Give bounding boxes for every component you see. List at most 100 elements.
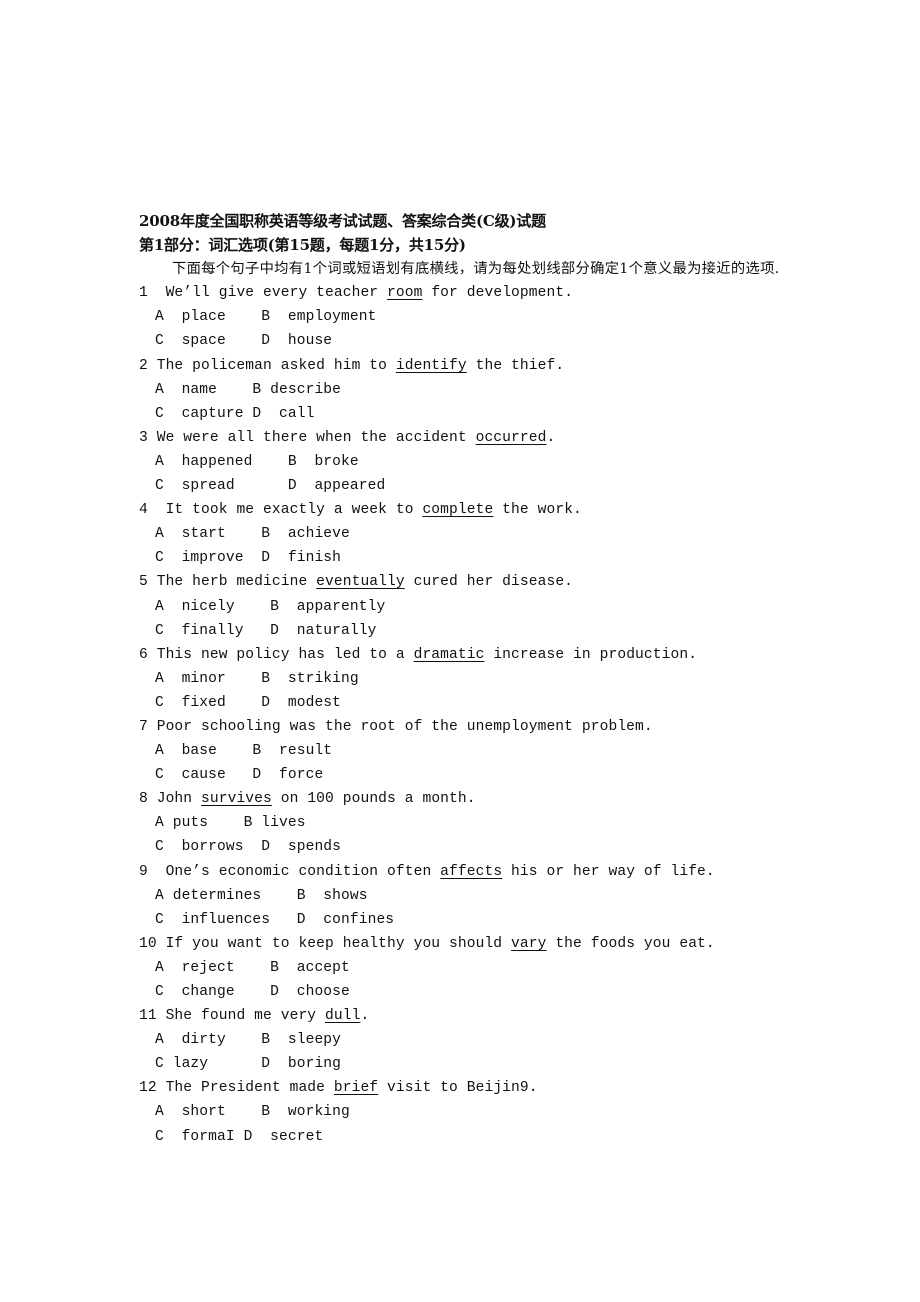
question-stem: 9 One’s economic condition often affects… <box>139 860 799 884</box>
question-text-before: The President made <box>156 1080 334 1097</box>
options-ab: A base B result <box>155 743 333 760</box>
question-number: 8 <box>139 791 148 808</box>
question-number: 4 <box>139 502 157 519</box>
question-text-before: One’s economic condition often <box>156 863 441 880</box>
question-item: 9 One’s economic condition often affects… <box>139 860 799 932</box>
question-item: 7 Poor schooling was the root of the une… <box>139 715 799 787</box>
question-text-after: the thief. <box>466 357 565 374</box>
underlined-word: eventually <box>316 574 405 591</box>
question-stem: 2 The policeman asked him to identify th… <box>139 354 799 378</box>
question-item: 6 This new policy has led to a dramatic … <box>139 643 799 715</box>
options-ab: A place B employment <box>155 309 377 326</box>
options-cd: C formaI D secret <box>155 1128 324 1145</box>
question-stem: 12 The President made brief visit to Bei… <box>139 1076 799 1100</box>
question-number: 5 <box>139 574 148 591</box>
options-row-ab: A reject B accept <box>139 956 799 980</box>
question-stem: 10 If you want to keep healthy you shoul… <box>139 932 799 956</box>
question-number: 12 <box>139 1080 157 1097</box>
question-text-after: increase in production. <box>484 646 698 663</box>
question-item: 5 The herb medicine eventually cured her… <box>139 570 799 642</box>
options-cd: C improve D finish <box>155 550 342 567</box>
options-ab: A name B describe <box>155 381 342 398</box>
options-ab: A nicely B apparently <box>155 598 386 615</box>
options-ab: A puts B lives <box>155 815 306 832</box>
underlined-word: brief <box>333 1080 379 1097</box>
options-ab: A start B achieve <box>155 526 350 543</box>
question-text-before: The herb medicine <box>147 574 317 591</box>
options-cd: C influences D confines <box>155 911 395 928</box>
section-instructions: 下面每个句子中均有1个词或短语划有底横线，请为每处划线部分确定1个意义最为接近的… <box>172 261 780 278</box>
question-text-before: It took me exactly a week to <box>156 502 423 519</box>
options-row-cd: C finally D naturally <box>139 619 799 643</box>
options-row-ab: A nicely B apparently <box>139 595 799 619</box>
options-row-cd: C spread D appeared <box>139 474 799 498</box>
options-cd: C change D choose <box>155 984 350 1000</box>
question-text-after: his or her way of life. <box>502 863 715 880</box>
question-text-before: She found me very <box>156 1008 326 1025</box>
options-cd: C cause D force <box>155 767 324 784</box>
question-item: 3 We were all there when the accident oc… <box>139 426 799 498</box>
options-row-ab: A dirty B sleepy <box>139 1028 799 1052</box>
question-text-before: This new policy has led to a <box>147 646 414 663</box>
document-page: 2008年度全国职称英语等级考试试题、答案综合类(C级)试题 第1部分：词汇选项… <box>139 209 799 1149</box>
question-number: 11 <box>139 1008 157 1025</box>
question-number: 1 <box>139 285 157 302</box>
question-item: 10 If you want to keep healthy you shoul… <box>139 932 799 1004</box>
question-stem: 11 She found me very dull. <box>139 1004 799 1028</box>
question-stem: 3 We were all there when the accident oc… <box>139 426 799 450</box>
options-cd: C spread D appeared <box>155 478 386 495</box>
options-row-cd: C borrows D spends <box>139 835 799 859</box>
options-row-cd: C capture D call <box>139 402 799 426</box>
options-cd: C capture D call <box>155 405 315 422</box>
underlined-word: vary <box>511 935 547 952</box>
question-stem: 7 Poor schooling was the root of the une… <box>139 715 799 739</box>
question-number: 3 <box>139 429 148 446</box>
underlined-word: room <box>387 285 423 302</box>
options-cd: C fixed D modest <box>155 694 342 711</box>
options-row-cd: C fixed D modest <box>139 691 799 715</box>
document-title: 2008年度全国职称英语等级考试试题、答案综合类(C级)试题 <box>139 212 546 230</box>
question-text-after: for development. <box>422 285 574 302</box>
options-cd: C finally D naturally <box>155 622 377 639</box>
question-text-after: . <box>546 429 556 446</box>
options-row-cd: C formaI D secret <box>139 1125 799 1149</box>
question-stem: 4 It took me exactly a week to complete … <box>139 498 799 522</box>
options-cd: C space D house <box>155 333 333 350</box>
underlined-word: identify <box>395 357 467 374</box>
question-stem: 6 This new policy has led to a dramatic … <box>139 643 799 667</box>
options-cd: C borrows D spends <box>155 839 342 856</box>
question-text-before: Poor schooling was the root of the unemp… <box>147 718 653 735</box>
question-number: 9 <box>139 863 157 880</box>
question-number: 7 <box>139 718 148 735</box>
options-cd: C lazy D boring <box>155 1056 342 1073</box>
underlined-word: affects <box>440 863 503 880</box>
options-row-ab: A name B describe <box>139 378 799 402</box>
options-row-cd: C cause D force <box>139 763 799 787</box>
underlined-word: survives <box>201 791 272 808</box>
question-item: 4 It took me exactly a week to complete … <box>139 498 799 570</box>
question-text-after: visit to Beijin9. <box>378 1080 538 1097</box>
options-row-ab: A start B achieve <box>139 522 799 546</box>
question-number: 2 <box>139 357 148 374</box>
question-text-after: . <box>360 1008 370 1025</box>
question-item: 2 The policeman asked him to identify th… <box>139 354 799 426</box>
question-text-before: John <box>147 791 202 808</box>
question-stem: 8 John survives on 100 pounds a month. <box>139 787 799 811</box>
options-row-cd: C lazy D boring <box>139 1052 799 1076</box>
question-item: 8 John survives on 100 pounds a month. A… <box>139 787 799 859</box>
question-number: 10 <box>139 935 157 952</box>
question-number: 6 <box>139 646 148 663</box>
options-row-cd: C influences D confines <box>139 908 799 932</box>
options-ab: A determines B shows <box>155 887 368 904</box>
options-row-ab: A happened B broke <box>139 450 799 474</box>
section-heading: 第1部分：词汇选项(第15题，每题1分，共15分) <box>139 236 466 255</box>
question-stem: 5 The herb medicine eventually cured her… <box>139 570 799 594</box>
question-stem: 1 We’ll give every teacher room for deve… <box>139 281 799 305</box>
question-item: 12 The President made brief visit to Bei… <box>139 1076 799 1148</box>
question-text-after: the work. <box>493 502 582 519</box>
question-text-before: We were all there when the accident <box>147 429 476 446</box>
options-ab: A minor B striking <box>155 670 359 687</box>
options-row-cd: C improve D finish <box>139 546 799 570</box>
options-row-ab: A puts B lives <box>139 811 799 835</box>
options-row-ab: A minor B striking <box>139 667 799 691</box>
